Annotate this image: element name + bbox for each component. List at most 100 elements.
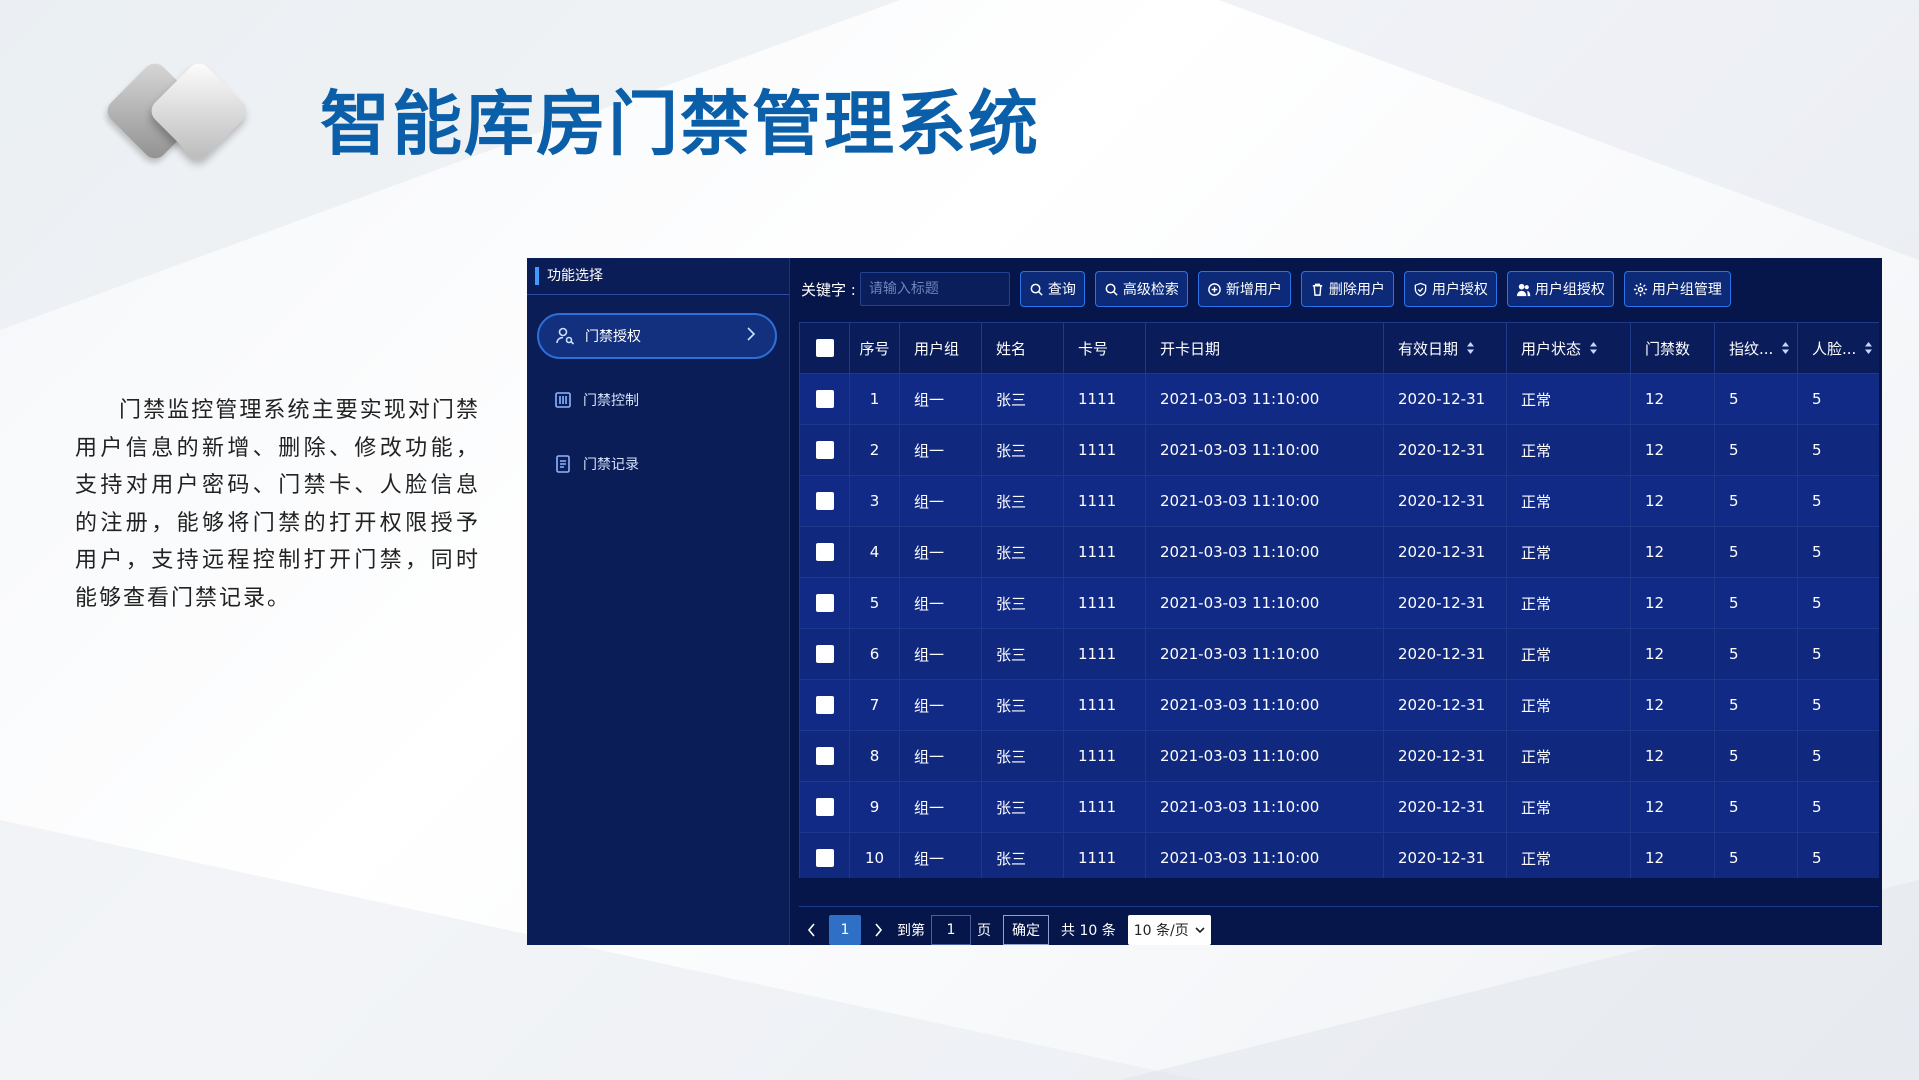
table-cell: 2021-03-03 11:10:00 [1145,526,1384,578]
table-cell: 2021-03-03 11:10:00 [1145,373,1384,425]
column-header: 姓名 [981,322,1064,374]
goto-page-input[interactable] [931,915,971,945]
table-cell: 5 [1714,832,1798,878]
sort-icon[interactable] [1781,341,1790,355]
group-auth-button[interactable]: 用户组授权 [1506,271,1614,307]
table-cell: 2 [849,424,900,476]
table-cell: 1111 [1063,424,1146,476]
table-row[interactable]: 2 组一 张三 1111 2021-03-03 11:10:00 2020-12-31 正常… [799,424,1879,476]
table-row[interactable]: 1 组一 张三 1111 2021-03-03 11:10:00 2020-12-31 正常… [799,373,1879,425]
select-all-cell[interactable] [799,322,850,374]
table-row[interactable]: 7 组一 张三 1111 2021-03-03 11:10:00 2020-12-31 正常… [799,679,1879,731]
add-user-button[interactable]: 新增用户 [1197,271,1291,307]
table-row[interactable]: 4 组一 张三 1111 2021-03-03 11:10:00 2020-12-31 正常… [799,526,1879,578]
table-cell: 张三 [981,679,1064,731]
sidebar-item-access-records[interactable]: 门禁记录 [537,441,777,487]
sort-icon[interactable] [1864,341,1873,355]
page-number-current[interactable]: 1 [829,915,861,945]
table-cell: 正常 [1506,832,1631,878]
record-icon [553,454,573,474]
select-all-checkbox[interactable] [815,339,834,358]
row-select-cell[interactable] [799,424,850,476]
next-page-button[interactable] [865,916,891,944]
table-row[interactable]: 3 组一 张三 1111 2021-03-03 11:10:00 2020-12-31 正常… [799,475,1879,527]
table-cell: 5 [1714,577,1798,629]
row-select-cell[interactable] [799,628,850,680]
table-cell: 张三 [981,781,1064,833]
table-cell: 组一 [899,424,982,476]
table-cell: 2020-12-31 [1383,577,1507,629]
table-cell: 5 [1797,373,1879,425]
table-row[interactable]: 6 组一 张三 1111 2021-03-03 11:10:00 2020-12-31 正常… [799,628,1879,680]
row-checkbox[interactable] [815,798,834,817]
user-auth-button[interactable]: 用户授权 [1403,271,1497,307]
delete-user-button[interactable]: 删除用户 [1300,271,1394,307]
button-label: 用户组授权 [1534,282,1605,298]
table-cell: 2020-12-31 [1383,832,1507,878]
search-input[interactable] [859,272,1010,306]
row-select-cell[interactable] [799,526,850,578]
app-window: 功能选择 门禁授权 门禁控制 门禁记录 关键字 : 请输入标题 查询 高级检索 … [527,258,1882,945]
table-cell: 组一 [899,526,982,578]
advanced-search-button[interactable]: 高级检索 [1094,271,1188,307]
row-checkbox[interactable] [815,645,834,664]
table-row[interactable]: 10 组一 张三 1111 2021-03-03 11:10:00 2020-12-31 正… [799,832,1879,878]
table-cell: 正常 [1506,577,1631,629]
row-checkbox[interactable] [815,747,834,766]
table-cell: 12 [1630,373,1715,425]
table-cell: 5 [1797,679,1879,731]
column-header-sortable[interactable]: 用户状态 [1506,322,1631,374]
row-select-cell[interactable] [799,475,850,527]
page-size-select[interactable]: 10 条/页 [1127,915,1211,945]
row-checkbox[interactable] [815,492,834,511]
prev-page-button[interactable] [799,916,825,944]
table-row[interactable]: 9 组一 张三 1111 2021-03-03 11:10:00 2020-12-31 正常… [799,781,1879,833]
table-cell: 组一 [899,730,982,782]
row-select-cell[interactable] [799,781,850,833]
goto-confirm-button[interactable]: 确定 [1003,915,1049,945]
column-header-sortable[interactable]: 有效日期 [1383,322,1507,374]
column-header-sortable[interactable]: 人脸... [1797,322,1879,374]
sidebar-item-access-auth[interactable]: 门禁授权 [537,313,777,359]
row-checkbox[interactable] [815,696,834,715]
group-manage-button[interactable]: 用户组管理 [1623,271,1731,307]
table-cell: 组一 [899,781,982,833]
background-shape [1219,0,1919,260]
table-cell: 3 [849,475,900,527]
column-header: 用户组 [899,322,982,374]
row-select-cell[interactable] [799,730,850,782]
users-icon [1516,283,1531,296]
table-cell: 4 [849,526,900,578]
query-button[interactable]: 查询 [1019,271,1085,307]
row-checkbox[interactable] [815,849,834,868]
table-cell: 正常 [1506,679,1631,731]
table-cell: 2020-12-31 [1383,424,1507,476]
table-cell: 1111 [1063,730,1146,782]
table-cell: 2020-12-31 [1383,730,1507,782]
table-cell: 8 [849,730,900,782]
table-cell: 2020-12-31 [1383,526,1507,578]
row-checkbox[interactable] [815,441,834,460]
sidebar-item-label: 门禁授权 [585,329,641,345]
sort-icon[interactable] [1589,341,1598,355]
table-cell: 6 [849,628,900,680]
sidebar-item-access-control[interactable]: 门禁控制 [537,377,777,423]
row-checkbox[interactable] [815,390,834,409]
table-cell: 5 [849,577,900,629]
table-cell: 5 [1714,424,1798,476]
table-cell: 5 [1797,832,1879,878]
column-header-sortable[interactable]: 指纹... [1714,322,1798,374]
row-select-cell[interactable] [799,577,850,629]
table-row[interactable]: 8 组一 张三 1111 2021-03-03 11:10:00 2020-12-31 正常… [799,730,1879,782]
row-checkbox[interactable] [815,543,834,562]
total-count: 共 10 条 [1061,923,1116,939]
row-checkbox[interactable] [815,594,834,613]
column-header-label: 用户状态 [1521,339,1582,358]
column-header-label: 指纹... [1729,339,1774,358]
table-row[interactable]: 5 组一 张三 1111 2021-03-03 11:10:00 2020-12-31 正常… [799,577,1879,629]
user-key-icon [555,326,575,346]
row-select-cell[interactable] [799,832,850,878]
row-select-cell[interactable] [799,679,850,731]
row-select-cell[interactable] [799,373,850,425]
sort-icon[interactable] [1466,341,1475,355]
